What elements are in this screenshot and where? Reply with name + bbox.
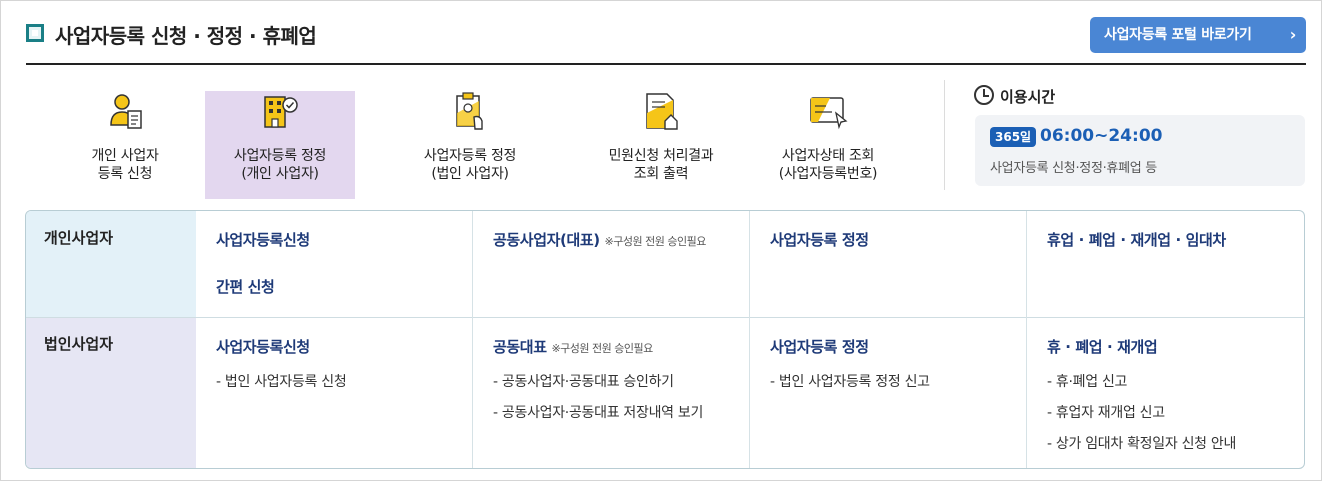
page-title: 사업자등록 신청 · 정정 · 휴폐업 <box>55 24 317 48</box>
service-time-box: 365일 06:00~24:00 사업자등록 신청·정정·휴폐업 등 <box>975 115 1305 186</box>
quick-item-correct-corporate[interactable]: 사업자등록 정정 (법인 사업자) <box>395 91 545 199</box>
quick-menu: 개인 사업자 등록 신청 사업자등록 정정 (개인 사업자) 사업자등록 정정 (법인… <box>26 80 931 200</box>
individual-cell-joint: 공동사업자(대표) ※구성원 전원 승인필요 <box>473 211 749 250</box>
portal-shortcut-label: 사업자등록 포털 바로가기 <box>1104 27 1252 43</box>
divider <box>944 80 945 190</box>
portal-shortcut-button[interactable]: 사업자등록 포털 바로가기 › <box>1090 17 1306 53</box>
quick-item-status-inquiry[interactable]: 사업자상태 조회 (사업자등록번호) <box>753 91 903 199</box>
individual-closure-link[interactable]: 휴업 · 폐업 · 재개업 · 임대차 <box>1047 229 1304 250</box>
joint-representative-link[interactable]: 공동대표 ※구성원 전원 승인필요 <box>493 336 749 357</box>
building-check-icon <box>264 96 298 128</box>
sub-link[interactable]: 휴업자 재개업 신고 <box>1047 402 1304 422</box>
chevron-right-icon: › <box>1289 25 1297 44</box>
sub-link[interactable]: 휴·폐업 신고 <box>1047 371 1304 391</box>
card-cursor-icon <box>810 97 848 130</box>
individual-cell-closure: 휴업 · 폐업 · 재개업 · 임대차 <box>1027 211 1304 250</box>
service-time-title: 이용시간 <box>1000 88 1056 106</box>
sub-link[interactable]: 공동사업자·공동대표 저장내역 보기 <box>493 402 749 422</box>
joint-business-link[interactable]: 공동사업자(대표) ※구성원 전원 승인필요 <box>493 229 749 250</box>
sub-link[interactable]: 법인 사업자등록 신청 <box>216 371 472 391</box>
corporate-cell-correct: 사업자등록 정정 법인 사업자등록 정정 신고 <box>750 318 1026 391</box>
service-time-desc: 사업자등록 신청·정정·휴폐업 등 <box>990 161 1157 176</box>
quick-item-label: 사업자등록 정정 (개인 사업자) <box>233 148 327 182</box>
individual-cell-correct: 사업자등록 정정 <box>750 211 1026 250</box>
corporate-correct-link[interactable]: 사업자등록 정정 <box>770 336 1026 357</box>
corporate-cell-closure: 휴 · 폐업 · 재개업 휴·폐업 신고 휴업자 재개업 신고 상가 임대차 확… <box>1027 318 1304 453</box>
quick-item-label: 개인 사업자 등록 신청 <box>91 148 159 182</box>
row-header-individual: 개인사업자 <box>26 211 196 317</box>
corporate-closure-link[interactable]: 휴 · 폐업 · 재개업 <box>1047 336 1304 357</box>
approval-note: ※구성원 전원 승인필요 <box>604 235 707 248</box>
individual-cell-register: 사업자등록신청 간편 신청 <box>196 211 472 297</box>
sub-link[interactable]: 상가 임대차 확정일자 신청 안내 <box>1047 433 1304 453</box>
person-document-icon <box>110 94 142 129</box>
clock-icon <box>974 85 994 105</box>
service-table: 개인사업자 법인사업자 사업자등록신청 간편 신청 공동사업자(대표) ※구성원… <box>25 210 1305 469</box>
quick-item-result-inquiry[interactable]: 민원신청 처리결과 조회 출력 <box>586 91 736 199</box>
quick-item-label: 사업자등록 정정 (법인 사업자) <box>423 148 517 182</box>
row-header-corporate: 법인사업자 <box>26 317 196 468</box>
sub-link[interactable]: 법인 사업자등록 정정 신고 <box>770 371 1026 391</box>
simple-apply-link[interactable]: 간편 신청 <box>216 276 472 297</box>
quick-item-correct-individual[interactable]: 사업자등록 정정 (개인 사업자) <box>205 91 355 199</box>
service-hours: 06:00~24:00 <box>1040 126 1163 146</box>
individual-register-link[interactable]: 사업자등록신청 <box>216 229 472 250</box>
corporate-register-link[interactable]: 사업자등록신청 <box>216 336 472 357</box>
approval-note: ※구성원 전원 승인필요 <box>551 342 653 355</box>
days-badge: 365일 <box>990 127 1037 147</box>
quick-item-label: 민원신청 처리결과 조회 출력 <box>608 148 714 182</box>
page-header: 사업자등록 신청 · 정정 · 휴폐업 사업자등록 포털 바로가기 › <box>26 14 1306 65</box>
quick-item-individual-register[interactable]: 개인 사업자 등록 신청 <box>50 91 200 199</box>
individual-correct-link[interactable]: 사업자등록 정정 <box>770 229 1026 250</box>
sub-link[interactable]: 공동사업자·공동대표 승인하기 <box>493 371 749 391</box>
corporate-cell-register: 사업자등록신청 법인 사업자등록 신청 <box>196 318 472 391</box>
corporate-cell-joint: 공동대표 ※구성원 전원 승인필요 공동사업자·공동대표 승인하기 공동사업자·… <box>473 318 749 422</box>
clipboard-hand-icon <box>456 92 483 130</box>
square-bullet-icon <box>26 24 44 42</box>
document-house-icon <box>646 93 678 130</box>
quick-item-label: 사업자상태 조회 (사업자등록번호) <box>778 148 878 182</box>
